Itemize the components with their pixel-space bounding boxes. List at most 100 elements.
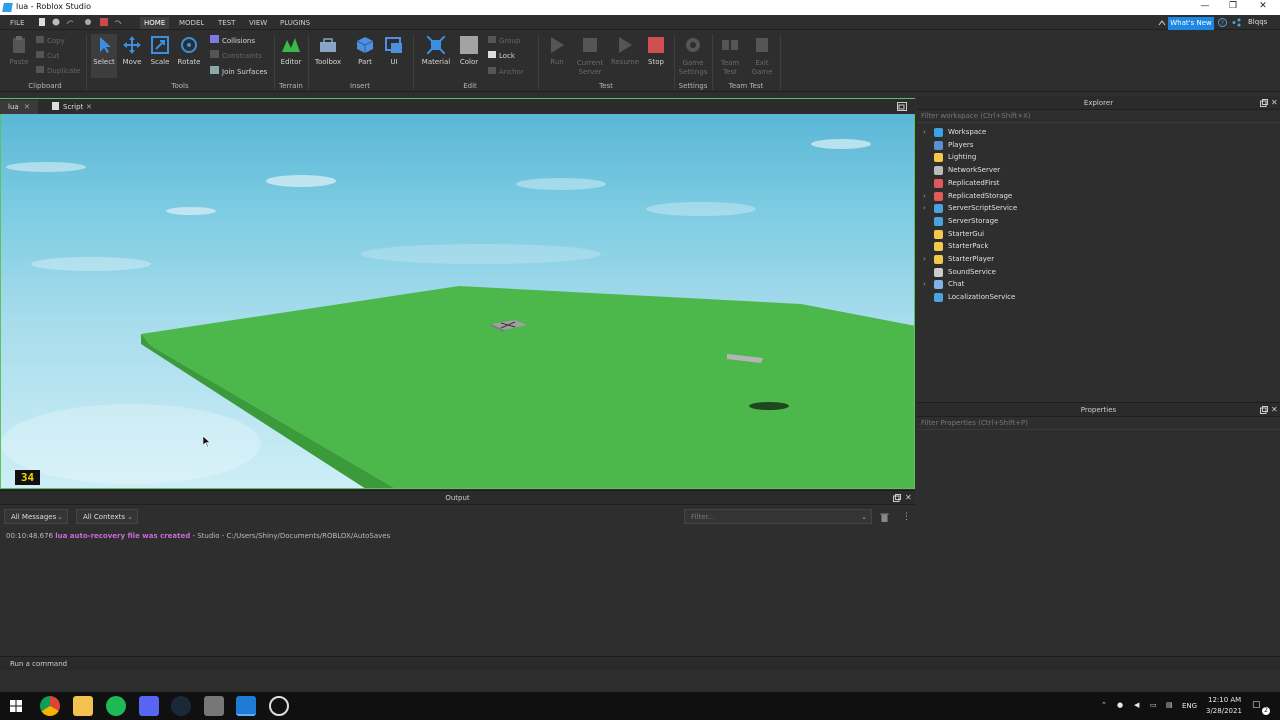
lock-button[interactable]: Lock [488, 50, 515, 62]
explorer-item-workspace[interactable]: › Workspace [917, 126, 1280, 138]
collisions-toggle[interactable]: Collisions [210, 35, 255, 47]
terrain-editor-button[interactable]: Editor [278, 36, 304, 66]
microphone-icon[interactable]: ● [1117, 701, 1123, 709]
menu-tab-test[interactable]: TEST [214, 17, 239, 29]
chevron-up-icon[interactable] [1158, 19, 1166, 27]
undock-icon[interactable] [1260, 406, 1268, 414]
close-button[interactable]: ✕ [1250, 1, 1276, 14]
maximize-button[interactable]: ❐ [1220, 1, 1246, 14]
toolbox-button[interactable]: Toolbox [312, 36, 344, 66]
expand-arrow-icon[interactable]: › [923, 253, 926, 265]
explorer-item-networkserver[interactable]: NetworkServer [917, 164, 1280, 176]
part-button[interactable]: Part [352, 36, 378, 66]
clock-time[interactable]: 12:10 AM [1208, 696, 1241, 704]
expand-arrow-icon[interactable]: › [923, 278, 926, 290]
menu-tab-model[interactable]: MODEL [175, 17, 208, 29]
explorer-close-icon[interactable]: ✕ [1271, 96, 1278, 110]
user-name[interactable]: Blqqs [1248, 18, 1267, 26]
minimize-button[interactable]: — [1192, 1, 1218, 14]
join-surfaces-toggle[interactable]: Join Surfaces [210, 66, 267, 78]
3d-viewport[interactable]: 34 [0, 114, 915, 489]
menu-tab-plugins[interactable]: PLUGINS [276, 17, 314, 29]
properties-close-icon[interactable]: ✕ [1271, 403, 1278, 417]
explorer-filter-input[interactable]: Filter workspace (Ctrl+Shift+X) [917, 110, 1280, 123]
volume-icon[interactable]: ◀ [1134, 701, 1139, 709]
battery-icon[interactable]: ▭ [1150, 701, 1157, 709]
help-icon[interactable]: ? [1218, 18, 1227, 27]
discord-icon[interactable] [139, 696, 159, 716]
exit-game-button[interactable]: Exit Game [748, 36, 776, 77]
resume-button[interactable]: Resume [610, 36, 640, 66]
undock-icon[interactable] [893, 494, 901, 502]
constraints-toggle[interactable]: Constraints [210, 50, 262, 62]
rotate-tool-button[interactable]: Rotate [175, 36, 203, 66]
expand-arrow-icon[interactable]: › [923, 202, 926, 214]
ui-button[interactable]: UI [382, 36, 406, 66]
explorer-item-soundservice[interactable]: SoundService [917, 266, 1280, 278]
explorer-item-chat[interactable]: › Chat [917, 278, 1280, 290]
tab-lua-close-icon[interactable]: ✕ [24, 100, 30, 114]
roblox-studio-taskbar-icon[interactable] [236, 696, 256, 716]
undock-icon[interactable] [1260, 99, 1268, 107]
output-filter-input[interactable]: Filter... ⌄ [684, 509, 872, 524]
share-icon[interactable] [1232, 18, 1241, 27]
game-settings-button[interactable]: Game Settings [678, 36, 708, 77]
stop-icon[interactable] [100, 18, 108, 26]
explorer-item-lighting[interactable]: Lighting [917, 151, 1280, 163]
undo-icon[interactable] [114, 18, 122, 26]
explorer-item-starterplayer[interactable]: › StarterPlayer [917, 253, 1280, 265]
contexts-filter-dropdown[interactable]: All Contexts ⌄ [76, 509, 138, 524]
explorer-item-players[interactable]: Players [917, 139, 1280, 151]
windows-start-icon[interactable] [10, 700, 22, 712]
notification-icon[interactable]: ▢ [1252, 700, 1261, 710]
team-test-button[interactable]: Team Test [716, 36, 744, 77]
output-close-icon[interactable]: ✕ [905, 491, 912, 505]
stop-button[interactable]: Stop [643, 36, 669, 66]
clock-date[interactable]: 3/28/2021 [1206, 707, 1242, 715]
run-button[interactable]: Run [544, 36, 570, 66]
messages-filter-dropdown[interactable]: All Messages ⌄ [4, 509, 68, 524]
paste-button[interactable]: Paste [8, 36, 30, 66]
steam-icon[interactable] [171, 696, 191, 716]
tab-script[interactable]: Script ✕ [44, 100, 100, 114]
expand-arrow-icon[interactable]: › [923, 190, 926, 202]
language-indicator[interactable]: ENG [1182, 702, 1197, 710]
publish-icon[interactable] [52, 18, 60, 26]
fullscreen-icon[interactable] [897, 102, 907, 111]
explorer-item-replicatedfirst[interactable]: ReplicatedFirst [917, 177, 1280, 189]
spotify-icon[interactable] [106, 696, 126, 716]
properties-filter-input[interactable]: Filter Properties (Ctrl+Shift+P) [917, 417, 1280, 430]
expand-arrow-icon[interactable]: › [923, 126, 926, 138]
explorer-item-serverstorage[interactable]: ServerStorage [917, 215, 1280, 227]
chrome-icon[interactable] [40, 696, 60, 716]
menu-tab-view[interactable]: VIEW [245, 17, 271, 29]
copy-button[interactable]: Copy [36, 35, 65, 47]
explorer-item-serverscriptservice[interactable]: › ServerScriptService [917, 202, 1280, 214]
whats-new-button[interactable]: What's New [1168, 17, 1214, 30]
group-button[interactable]: Group [488, 35, 520, 47]
color-button[interactable]: Color [456, 36, 482, 66]
settings-icon[interactable] [84, 18, 92, 26]
explorer-item-startergui[interactable]: StarterGui [917, 228, 1280, 240]
tab-lua[interactable]: lua ✕ [0, 100, 38, 114]
current-server-button[interactable]: Current Server [574, 36, 606, 77]
new-file-icon[interactable] [38, 18, 46, 26]
explorer-item-starterpack[interactable]: StarterPack [917, 240, 1280, 252]
menu-tab-home[interactable]: HOME [140, 17, 170, 29]
duplicate-button[interactable]: Duplicate [36, 65, 80, 77]
app-icon[interactable] [204, 696, 224, 716]
material-button[interactable]: Material [420, 35, 452, 66]
menu-tab-file[interactable]: FILE [6, 17, 28, 29]
more-options-icon[interactable]: ⋮ [902, 512, 911, 522]
network-icon[interactable]: ▤ [1166, 701, 1173, 709]
explorer-item-localizationservice[interactable]: LocalizationService [917, 291, 1280, 303]
move-tool-button[interactable]: Move [119, 36, 145, 66]
command-bar[interactable]: Run a command [0, 656, 1280, 670]
cut-button[interactable]: Cut [36, 50, 59, 62]
anchor-button[interactable]: Anchor [488, 66, 524, 78]
trash-icon[interactable] [880, 513, 889, 522]
tab-script-close-icon[interactable]: ✕ [86, 100, 92, 114]
select-tool-button[interactable]: Select [91, 34, 117, 78]
explorer-item-replicatedstorage[interactable]: › ReplicatedStorage [917, 190, 1280, 202]
obs-icon[interactable] [269, 696, 289, 716]
